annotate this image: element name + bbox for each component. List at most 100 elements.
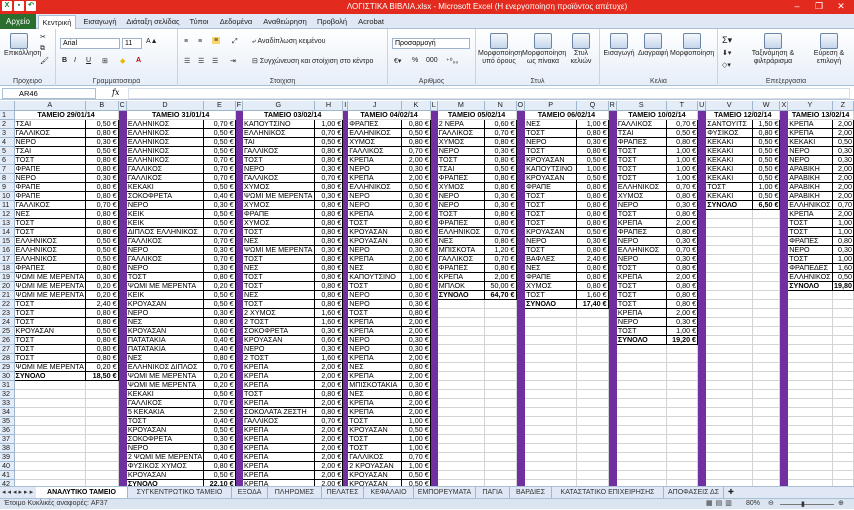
cell[interactable] [576,308,609,318]
column-header[interactable]: A [14,101,86,111]
cell[interactable]: 0,30 € [401,244,431,255]
row-header[interactable]: 19 [0,272,15,282]
cell[interactable] [616,371,667,381]
cell[interactable]: ΦΡΑΠΕ [524,271,578,282]
cell[interactable]: ΦΡΑΠΕΣ [615,226,667,237]
cell[interactable]: ΝΕΡΟ [347,163,403,174]
cell[interactable] [752,470,781,480]
cell[interactable]: ΚΡΕΠΑ [347,316,403,327]
cell[interactable] [85,398,119,408]
align-middle-icon[interactable]: ≡ [198,38,202,45]
cell[interactable] [752,434,781,444]
cell[interactable]: 2,40 € [576,253,609,264]
cell[interactable]: 2,00 [831,172,854,183]
cell[interactable] [437,371,486,381]
column-header[interactable]: B [85,101,119,111]
cell[interactable]: 0,80 € [751,127,781,138]
cell[interactable]: ΚΡΕΠΑ [787,208,833,219]
cell[interactable]: ΤΟΣΤ [13,352,86,363]
cell[interactable]: ΝΕΣ [524,118,578,129]
cell[interactable] [85,434,119,444]
cell[interactable]: 2,00 € [313,442,344,453]
cell[interactable] [705,389,753,399]
cell[interactable]: ΑΡΑΒΙΚΗ [787,163,833,174]
new-sheet-icon[interactable]: ✚ [728,488,734,496]
cell[interactable]: ΤΟΣΤ [347,217,403,228]
cell[interactable]: 2,00 € [401,316,431,327]
cell[interactable]: ΧΥΜΟΣ [242,181,315,192]
cell[interactable] [787,308,833,318]
cell[interactable] [484,461,517,471]
cell[interactable] [752,272,781,282]
cell[interactable]: 2,00 [831,181,854,192]
cell[interactable] [832,416,854,426]
cell[interactable]: ΨΩΜΙ ΜΕ ΜΕΡΕΝΤΑ [125,370,205,381]
cell[interactable]: 0,70 € [203,361,236,372]
cell[interactable]: ΓΑΛΛΙΚΟΣ [242,172,315,183]
cell[interactable] [752,407,781,417]
cell[interactable]: ΚΡΕΠΑ [347,154,403,165]
zoom-in-icon[interactable]: ⊕ [838,499,844,509]
cell[interactable]: ΤΟΣΤ [615,280,667,291]
cell[interactable]: 0,50 € [751,154,781,165]
row-header[interactable]: 22 [0,299,15,309]
cell[interactable] [787,434,833,444]
cell[interactable]: 0,80 € [313,262,344,273]
view-buttons-icon[interactable]: ▦▤▥ [706,499,735,509]
cell[interactable]: ΑΡΑΒΙΚΗ [787,190,833,201]
cell[interactable]: 2,00 € [401,406,431,417]
row-header[interactable]: 2 [0,119,15,129]
cell[interactable] [787,335,833,345]
cell[interactable]: ΦΡΑΠΕ [524,181,578,192]
cell[interactable] [437,389,486,399]
cell[interactable] [752,236,781,246]
cell[interactable] [705,425,753,435]
cell[interactable]: 0,50 € [401,478,431,486]
cell[interactable] [752,416,781,426]
cell[interactable]: ΓΑΛΛΙΚΟΣ [13,199,86,210]
cell[interactable]: ΤΟΣΤ [615,154,667,165]
cell[interactable] [524,317,578,327]
cell[interactable]: 0,70 € [203,172,236,183]
cell[interactable]: ΣΟΚΟΦΡΕΤΑ [125,433,205,444]
cell[interactable] [666,461,699,471]
cell[interactable]: ΚΡΟΥΑΣΑΝ [125,469,205,480]
cell[interactable]: ΚΕΚΑΚΙ [787,136,833,147]
cell[interactable]: 0,80 € [665,190,699,201]
cell[interactable]: 2,00 € [313,469,344,480]
cell[interactable] [524,326,578,336]
cell[interactable]: ΚΡΕΠΑ [242,460,315,471]
cell[interactable]: ΝΕΡΟ [347,190,403,201]
cell[interactable]: ΧΥΜΟΣ [242,217,315,228]
cell[interactable] [752,461,781,471]
cell[interactable]: ΚΡΟΥΑΣΑΝ [524,154,578,165]
cell[interactable]: ΝΕΡΟ [347,289,403,300]
cell[interactable]: ΝΕΣ [524,262,578,273]
grow-font-icon[interactable]: A▲ [146,38,158,45]
cell[interactable]: 0,50 € [576,172,609,183]
cell[interactable]: 0,30 € [401,343,431,354]
cell[interactable] [85,407,119,417]
cell[interactable] [666,371,699,381]
cell[interactable] [832,362,854,372]
cell[interactable]: ΣΥΝΟΛΟ [436,289,486,300]
cell[interactable]: ΚΡΟΥΑΣΑΝ [125,325,205,336]
cell-styles-button[interactable]: Στυλ κελιών [566,33,596,66]
cell[interactable]: 0,50 € [401,127,431,138]
cell[interactable] [705,281,753,291]
cell[interactable]: 0,70 € [203,163,236,174]
cell[interactable] [752,425,781,435]
cell[interactable]: 2,00 € [401,370,431,381]
cell[interactable]: ΤΟΣΤ [524,127,578,138]
cell[interactable]: ΚΕΙΚ [125,217,205,228]
cell[interactable]: 1,60 [831,262,854,273]
cell[interactable]: ΝΕΡΟ [436,199,486,210]
cell[interactable] [832,452,854,462]
cell[interactable] [752,227,781,237]
cell[interactable]: ΤΑΜΕΙΟ 10/02/14 [616,110,699,120]
cell[interactable]: ΝΕΡΟ [436,145,486,156]
cell[interactable]: 0,30 [831,145,854,156]
cell[interactable]: 0,50 € [203,208,236,219]
cell[interactable]: ΧΥΜΟΣ [242,199,315,210]
cell[interactable] [666,479,699,486]
